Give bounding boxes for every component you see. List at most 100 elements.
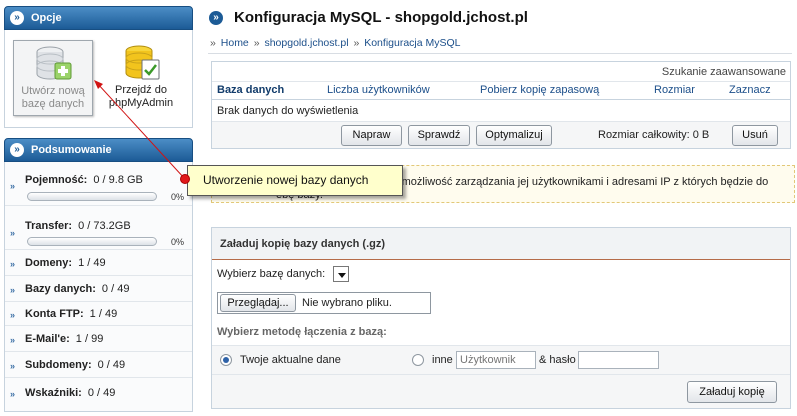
options-panel-header: » Opcje bbox=[4, 6, 193, 30]
info-text: ał możliwość zarządzania jej użytkownika… bbox=[390, 176, 769, 188]
repair-button[interactable]: Napraw bbox=[341, 125, 402, 146]
options-panel: Utwórz nową bazę danych Przejdź do phpMy… bbox=[4, 30, 193, 128]
pointers-value: 0 / 49 bbox=[87, 387, 116, 399]
storage-value: 0 / 9.8 GB bbox=[93, 174, 143, 186]
chevron-right-icon: » bbox=[10, 11, 24, 25]
tooltip: Utworzenie nowej bazy danych bbox=[187, 165, 403, 196]
upload-panel-title: Załaduj kopię bazy danych (.gz) bbox=[212, 228, 790, 260]
column-database-name[interactable]: Baza danych bbox=[217, 84, 284, 96]
email-label: E-Mail'e: bbox=[25, 333, 70, 345]
transfer-label: Transfer: bbox=[25, 220, 73, 232]
summary-label: Transfer: 0 / 73.2GB bbox=[25, 220, 131, 232]
breadcrumb-home[interactable]: Home bbox=[221, 37, 249, 49]
subdomains-value: 0 / 49 bbox=[97, 359, 126, 371]
chevron-down-icon bbox=[338, 273, 346, 278]
column-user-count[interactable]: Liczba użytkowników bbox=[327, 84, 430, 96]
domains-value: 1 / 49 bbox=[78, 257, 106, 269]
empty-table-message: Brak danych do wyświetlenia bbox=[217, 105, 359, 117]
breadcrumb-separator: » bbox=[253, 37, 260, 49]
column-download-backup[interactable]: Pobierz kopię zapasową bbox=[480, 84, 599, 96]
callout-dot-icon bbox=[180, 174, 190, 184]
summary-panel: » Pojemność: 0 / 9.8 GB 0% » Transfer: 0 /… bbox=[4, 162, 193, 412]
storage-progress-bar bbox=[27, 192, 157, 201]
current-credentials-label: Twoje aktualne dane bbox=[240, 354, 341, 366]
main-content: » Konfiguracja MySQL - shopgold.jchost.p… bbox=[208, 0, 797, 416]
upload-backup-button[interactable]: Załaduj kopię bbox=[687, 381, 777, 403]
total-size: Rozmiar całkowity: 0 B bbox=[598, 129, 710, 141]
select-database-label: Wybierz bazę danych: bbox=[217, 268, 326, 280]
delete-button[interactable]: Usuń bbox=[732, 125, 778, 146]
ftp-label: Konta FTP: bbox=[25, 308, 84, 320]
summary-label: Konta FTP: 1 / 49 bbox=[25, 308, 117, 320]
optimize-button[interactable]: Optymalizuj bbox=[476, 125, 552, 146]
selected-file-name: Nie wybrano pliku. bbox=[302, 297, 392, 309]
summary-label: Pojemność: 0 / 9.8 GB bbox=[25, 174, 143, 186]
password-label: & hasło bbox=[539, 354, 576, 366]
storage-label: Pojemność: bbox=[25, 174, 88, 186]
phpmyadmin-label: Przejdź do phpMyAdmin bbox=[108, 84, 174, 109]
connection-method-title: Wybierz metodę łączenia z bazą: bbox=[217, 326, 387, 338]
check-button[interactable]: Sprawdź bbox=[408, 125, 470, 146]
breadcrumb: » Home » shopgold.jchost.pl » Konfigurac… bbox=[208, 37, 461, 49]
summary-row-domains: » Domeny: 1 / 49 bbox=[5, 250, 192, 276]
summary-label: Domeny: 1 / 49 bbox=[25, 257, 106, 269]
password-input[interactable] bbox=[578, 351, 659, 369]
tooltip-text: Utworzenie nowej bazy danych bbox=[203, 173, 369, 187]
sidebar: » Opcje Utwórz nową bazę danych Przejdź … bbox=[0, 0, 197, 416]
browse-button[interactable]: Przeglądaj... bbox=[220, 294, 296, 312]
column-size[interactable]: Rozmiar bbox=[654, 84, 695, 96]
summary-panel-title: Podsumowanie bbox=[31, 144, 112, 156]
file-input: Przeglądaj... Nie wybrano pliku. bbox=[217, 292, 431, 314]
advanced-search-link[interactable]: Szukanie zaawansowane bbox=[662, 66, 786, 78]
breadcrumb-domain[interactable]: shopgold.jchost.pl bbox=[264, 37, 348, 49]
chevron-right-icon: » bbox=[10, 143, 24, 157]
summary-row-email: » E-Mail'e: 1 / 99 bbox=[5, 326, 192, 352]
create-database-label: Utwórz nową bazę danych bbox=[21, 85, 85, 110]
radio-other-credentials[interactable] bbox=[412, 354, 424, 366]
page-title: Konfiguracja MySQL - shopgold.jchost.pl bbox=[234, 9, 528, 26]
connection-method-options: Twoje aktualne dane inne & hasło bbox=[212, 346, 790, 374]
upload-footer: Załaduj kopię bbox=[212, 374, 790, 408]
options-panel-title: Opcje bbox=[31, 12, 62, 24]
bullet-arrow-icon: » bbox=[10, 228, 16, 238]
summary-label: Wskaźniki: 0 / 49 bbox=[25, 387, 115, 399]
bullet-arrow-icon: » bbox=[10, 285, 16, 295]
ftp-value: 1 / 49 bbox=[89, 308, 118, 320]
divider bbox=[208, 53, 792, 54]
table-header: Baza danych Liczba użytkowników Pobierz … bbox=[212, 82, 790, 98]
table-action-bar: Napraw Sprawdź Optymalizuj Rozmiar całko… bbox=[212, 121, 790, 148]
database-add-icon bbox=[36, 46, 72, 80]
phpmyadmin-icon bbox=[125, 45, 160, 80]
databases-value: 0 / 49 bbox=[101, 283, 130, 295]
column-select[interactable]: Zaznacz bbox=[729, 84, 771, 96]
breadcrumb-separator: » bbox=[210, 37, 216, 49]
bullet-arrow-icon: » bbox=[10, 259, 16, 269]
other-credentials-label: inne bbox=[432, 354, 453, 366]
username-input[interactable] bbox=[456, 351, 536, 369]
database-table: Szukanie zaawansowane Baza danych Liczba… bbox=[211, 61, 791, 149]
upload-backup-panel: Załaduj kopię bazy danych (.gz) Wybierz … bbox=[211, 227, 791, 409]
bullet-arrow-icon: » bbox=[10, 389, 16, 399]
summary-label: Bazy danych: 0 / 49 bbox=[25, 283, 129, 295]
subdomains-label: Subdomeny: bbox=[25, 359, 92, 371]
phpmyadmin-button[interactable]: Przejdź do phpMyAdmin bbox=[101, 40, 181, 116]
bullet-arrow-icon: » bbox=[10, 181, 16, 191]
database-select[interactable] bbox=[333, 266, 349, 282]
bullet-arrow-icon: » bbox=[10, 361, 16, 371]
bullet-arrow-icon: » bbox=[10, 310, 16, 320]
email-value: 1 / 99 bbox=[75, 333, 104, 345]
summary-label: E-Mail'e: 1 / 99 bbox=[25, 333, 103, 345]
create-database-button[interactable]: Utwórz nową bazę danych bbox=[13, 40, 93, 116]
transfer-percent: 0% bbox=[171, 237, 185, 247]
summary-row-pointers: » Wskaźniki: 0 / 49 bbox=[5, 378, 192, 410]
summary-label: Subdomeny: 0 / 49 bbox=[25, 359, 125, 371]
page: » Opcje Utwórz nową bazę danych Przejdź … bbox=[0, 0, 797, 416]
summary-row-databases: » Bazy danych: 0 / 49 bbox=[5, 276, 192, 302]
databases-label: Bazy danych: bbox=[25, 283, 96, 295]
bullet-arrow-icon: » bbox=[10, 335, 16, 345]
chevron-right-icon: » bbox=[209, 11, 223, 25]
summary-row-subdomains: » Subdomeny: 0 / 49 bbox=[5, 352, 192, 378]
radio-current-credentials[interactable] bbox=[220, 354, 232, 366]
pointers-label: Wskaźniki: bbox=[25, 387, 82, 399]
breadcrumb-current[interactable]: Konfiguracja MySQL bbox=[364, 37, 460, 49]
